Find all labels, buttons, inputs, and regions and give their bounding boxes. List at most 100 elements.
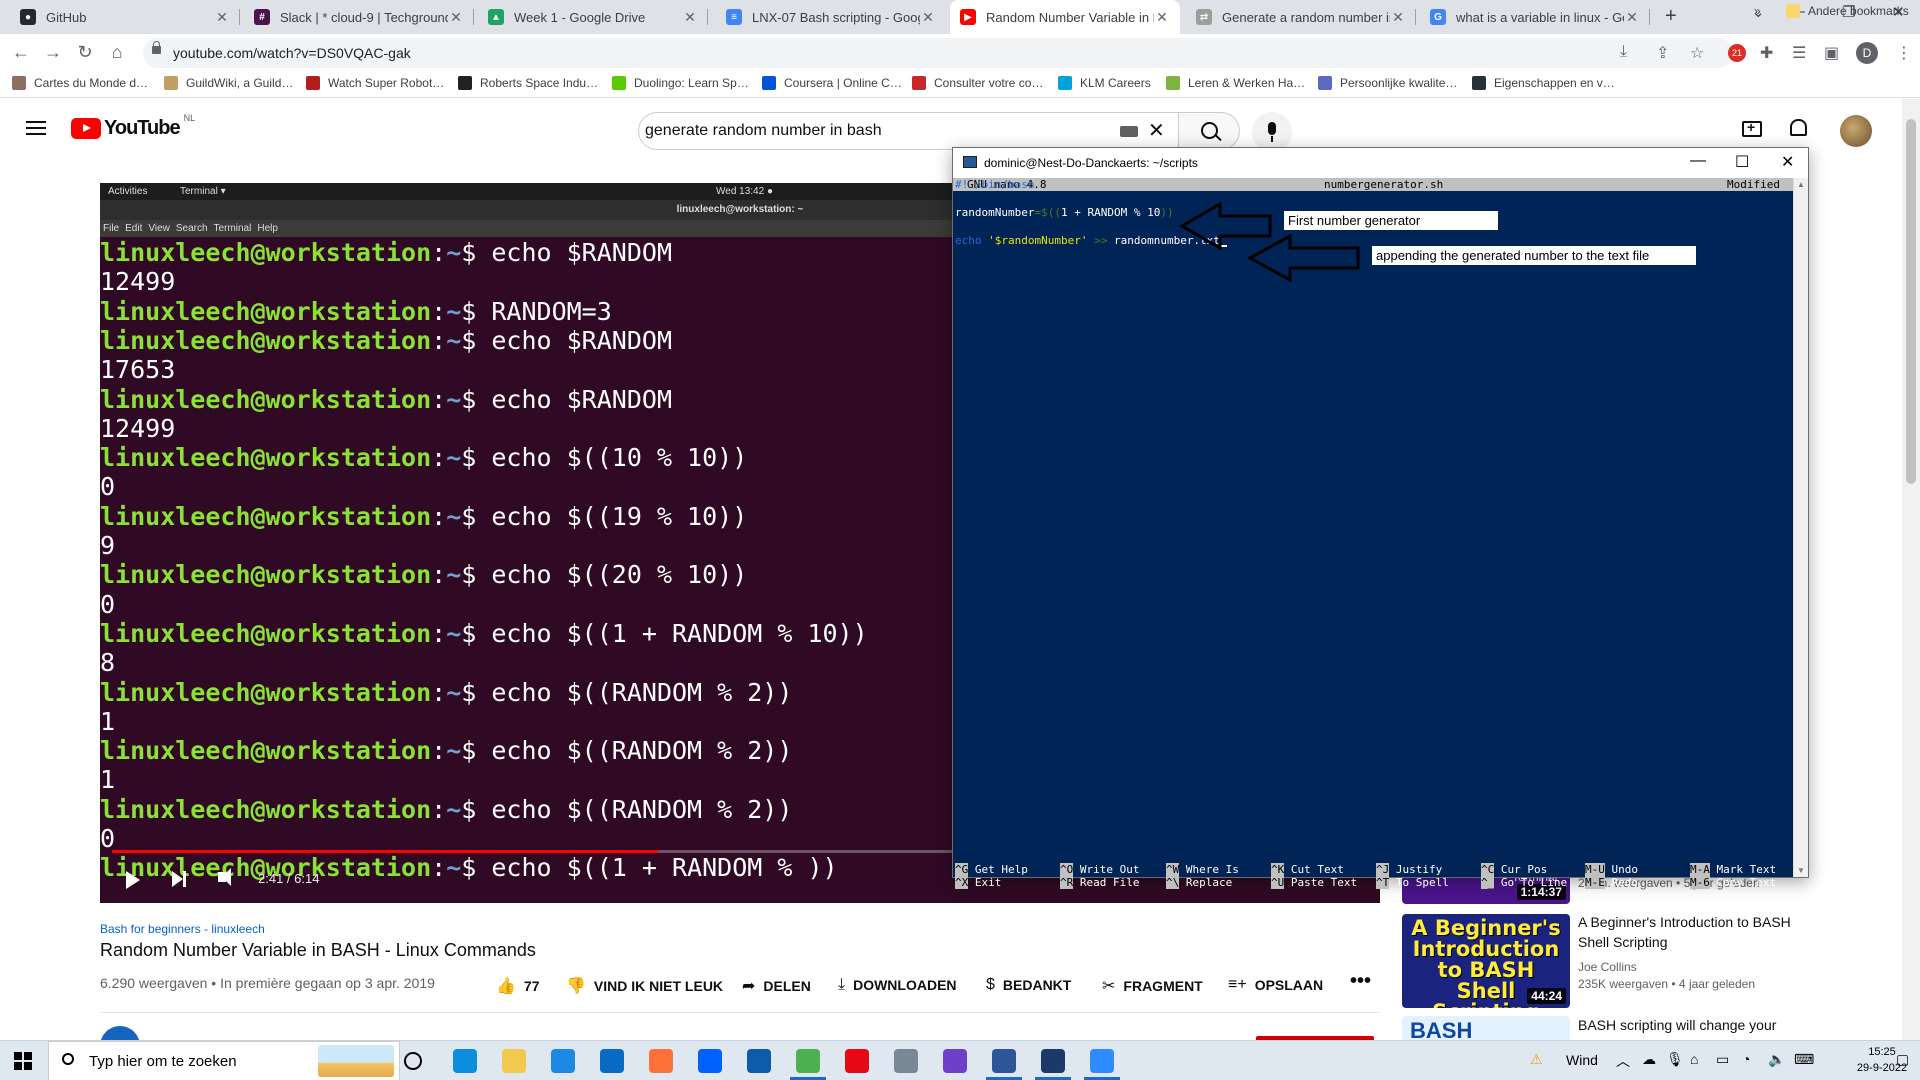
weather-icon[interactable]: ⚠ bbox=[1530, 1051, 1543, 1068]
putty-close-icon[interactable]: ✕ bbox=[1781, 152, 1794, 172]
extensions-icon[interactable]: ✚ bbox=[1760, 43, 1773, 63]
tray-language-icon[interactable]: ⌨ bbox=[1794, 1051, 1814, 1068]
save-button[interactable]: ≡+ OPSLAAN bbox=[1228, 976, 1323, 994]
other-bookmarks[interactable]: Andere bookmarks bbox=[1786, 4, 1909, 18]
bookmark-item[interactable]: GuildWiki, a Guild… bbox=[164, 76, 293, 90]
tray-chevron-icon[interactable]: ︿ bbox=[1616, 1051, 1630, 1071]
rec-title-3[interactable]: BASH scripting will change your bbox=[1578, 1015, 1818, 1035]
page-scrollbar[interactable] bbox=[1902, 99, 1920, 1040]
user-avatar[interactable] bbox=[1840, 115, 1872, 147]
page-scrollbar-thumb[interactable] bbox=[1906, 119, 1916, 484]
tab-close-icon[interactable]: ✕ bbox=[448, 9, 464, 26]
tray-wifi-icon[interactable]: ◔ bbox=[1742, 1051, 1750, 1067]
nano-editor[interactable]: GNU nano 4.8 numbergenerator.sh Modified… bbox=[953, 178, 1793, 889]
bookmark-item[interactable]: Persoonlijke kwalite… bbox=[1318, 76, 1457, 90]
back-icon[interactable]: ← bbox=[10, 42, 32, 63]
tab-close-icon[interactable]: ✕ bbox=[214, 9, 230, 26]
chrome-menu-icon[interactable]: ⋮ bbox=[1896, 43, 1912, 63]
reading-list-icon[interactable]: ☰ bbox=[1792, 43, 1806, 63]
next-icon[interactable] bbox=[172, 871, 186, 887]
browser-tab[interactable]: ▶Random Number Variable in BA…✕ bbox=[950, 0, 1180, 34]
extension-badge-icon[interactable]: 21 bbox=[1728, 44, 1746, 62]
putty-scrollbar[interactable] bbox=[1793, 178, 1808, 877]
bookmark-item[interactable]: Roberts Space Indu… bbox=[458, 76, 598, 90]
word-icon[interactable] bbox=[986, 1049, 1022, 1080]
profile-avatar[interactable]: D bbox=[1856, 42, 1878, 64]
channel-tag-link[interactable]: Bash for beginners - linuxleech bbox=[100, 922, 265, 936]
install-icon[interactable]: ⤓ bbox=[1620, 43, 1627, 61]
browser-tab[interactable]: ▲ Week 1 - Google Drive ✕ bbox=[478, 0, 708, 34]
tab-close-icon[interactable]: ✕ bbox=[682, 9, 698, 26]
store-icon[interactable] bbox=[551, 1049, 575, 1073]
tray-mic-icon[interactable]: 🎙 bbox=[1666, 1051, 1684, 1068]
putty-maximize-icon[interactable]: ☐ bbox=[1735, 152, 1749, 172]
youtube-logo[interactable]: YouTube NL bbox=[71, 113, 195, 140]
share-icon[interactable]: ⇪ bbox=[1656, 43, 1669, 63]
chrome-icon[interactable] bbox=[790, 1049, 826, 1080]
file-explorer-icon[interactable] bbox=[502, 1049, 526, 1073]
bookmarks-overflow[interactable]: » bbox=[1754, 4, 1761, 18]
download-button[interactable]: ⤓ DOWNLOADEN bbox=[838, 976, 957, 994]
netflix-icon[interactable] bbox=[845, 1049, 869, 1073]
forward-icon[interactable]: → bbox=[42, 42, 64, 63]
rec-channel-2[interactable]: Joe Collins bbox=[1578, 960, 1637, 974]
address-bar[interactable]: youtube.com/watch?v=DS0VQAC-gak bbox=[143, 38, 1733, 68]
tab-close-icon[interactable]: ✕ bbox=[1624, 9, 1640, 26]
mail-icon[interactable] bbox=[600, 1049, 624, 1073]
browser-tab[interactable]: ≡LNX-07 Bash scripting - Google …✕ bbox=[716, 0, 946, 34]
share-button[interactable]: ➦ DELEN bbox=[742, 976, 811, 996]
like-button[interactable]: 👍 77 bbox=[496, 976, 540, 996]
dropbox-icon[interactable] bbox=[698, 1049, 722, 1073]
side-panel-icon[interactable]: ▣ bbox=[1824, 43, 1839, 63]
dislike-button[interactable]: 👎 VIND IK NIET LEUK bbox=[566, 976, 723, 996]
app-grey-icon[interactable] bbox=[894, 1049, 918, 1073]
new-tab-button[interactable]: + bbox=[1665, 5, 1677, 28]
tray-network-icon[interactable]: ⌂ bbox=[1690, 1051, 1698, 1067]
zoom-icon[interactable] bbox=[1084, 1049, 1120, 1080]
search-button[interactable] bbox=[1178, 112, 1240, 150]
bookmark-item[interactable]: Watch Super Robot… bbox=[306, 76, 444, 90]
notifications-icon[interactable] bbox=[1790, 119, 1807, 136]
browser-tab[interactable]: Gwhat is a variable in linux - Goo…✕ bbox=[1420, 0, 1650, 34]
tab-close-icon[interactable]: ✕ bbox=[920, 9, 936, 26]
rec-thumbnail-2[interactable]: A Beginner's Introduction to BASH Shell … bbox=[1402, 914, 1570, 1008]
bookmark-item[interactable]: Coursera | Online C… bbox=[762, 76, 902, 90]
bookmark-item[interactable]: KLM Careers bbox=[1058, 76, 1151, 90]
bookmark-item[interactable]: Cartes du Monde d… bbox=[12, 76, 148, 90]
tab-close-icon[interactable]: ✕ bbox=[1390, 9, 1406, 26]
putty-icon[interactable] bbox=[1035, 1049, 1071, 1080]
search-highlight-image[interactable] bbox=[318, 1045, 394, 1077]
notifications-icon[interactable]: ▢ bbox=[1896, 1051, 1909, 1068]
github-desktop-icon[interactable] bbox=[943, 1049, 967, 1073]
firefox-icon[interactable] bbox=[649, 1049, 673, 1073]
more-icon[interactable]: ••• bbox=[1350, 970, 1371, 993]
putty-titlebar[interactable]: dominic@Nest-Do-Danckaerts: ~/scripts — … bbox=[953, 148, 1808, 178]
tray-volume-icon[interactable]: 🔈 bbox=[1768, 1051, 1785, 1068]
windows-start-icon[interactable] bbox=[14, 1052, 32, 1070]
weather-label[interactable]: Wind bbox=[1566, 1052, 1598, 1068]
tray-onedrive-icon[interactable]: ☁ bbox=[1642, 1051, 1656, 1068]
clear-search-icon[interactable]: ✕ bbox=[1148, 118, 1165, 143]
browser-tab[interactable]: ● GitHub ✕ bbox=[10, 0, 240, 34]
browser-tab[interactable]: ⇄Generate a random number in b…✕ bbox=[1186, 0, 1416, 34]
rec-title-2[interactable]: A Beginner's Introduction to BASH Shell … bbox=[1578, 912, 1818, 952]
bookmark-item[interactable]: Eigenschappen en v… bbox=[1472, 76, 1615, 90]
volume-icon[interactable] bbox=[218, 868, 231, 886]
rec-thumbnail-3[interactable]: BASH bbox=[1402, 1016, 1570, 1040]
lock-icon[interactable] bbox=[152, 41, 161, 54]
menu-icon[interactable] bbox=[26, 121, 46, 135]
reload-icon[interactable]: ↻ bbox=[74, 42, 96, 63]
clip-button[interactable]: ✂ FRAGMENT bbox=[1102, 976, 1203, 996]
thanks-button[interactable]: $ BEDANKT bbox=[986, 976, 1071, 994]
bookmark-item[interactable]: Leren & Werken Ha… bbox=[1166, 76, 1305, 90]
putty-minimize-icon[interactable]: — bbox=[1690, 152, 1706, 170]
search-input[interactable]: generate random number in bash bbox=[638, 112, 1178, 150]
play-icon[interactable] bbox=[126, 871, 140, 889]
browser-tab[interactable]: #Slack | * cloud-9 | Techgrounds S…✕ bbox=[244, 0, 474, 34]
home-icon[interactable]: ⌂ bbox=[106, 42, 128, 63]
keyboard-icon[interactable] bbox=[1120, 126, 1138, 137]
tab-close-icon[interactable]: ✕ bbox=[1154, 9, 1170, 26]
progress-bar[interactable] bbox=[112, 850, 659, 853]
app-blue-icon[interactable] bbox=[747, 1049, 771, 1073]
bookmark-item[interactable]: Duolingo: Learn Sp… bbox=[612, 76, 749, 90]
